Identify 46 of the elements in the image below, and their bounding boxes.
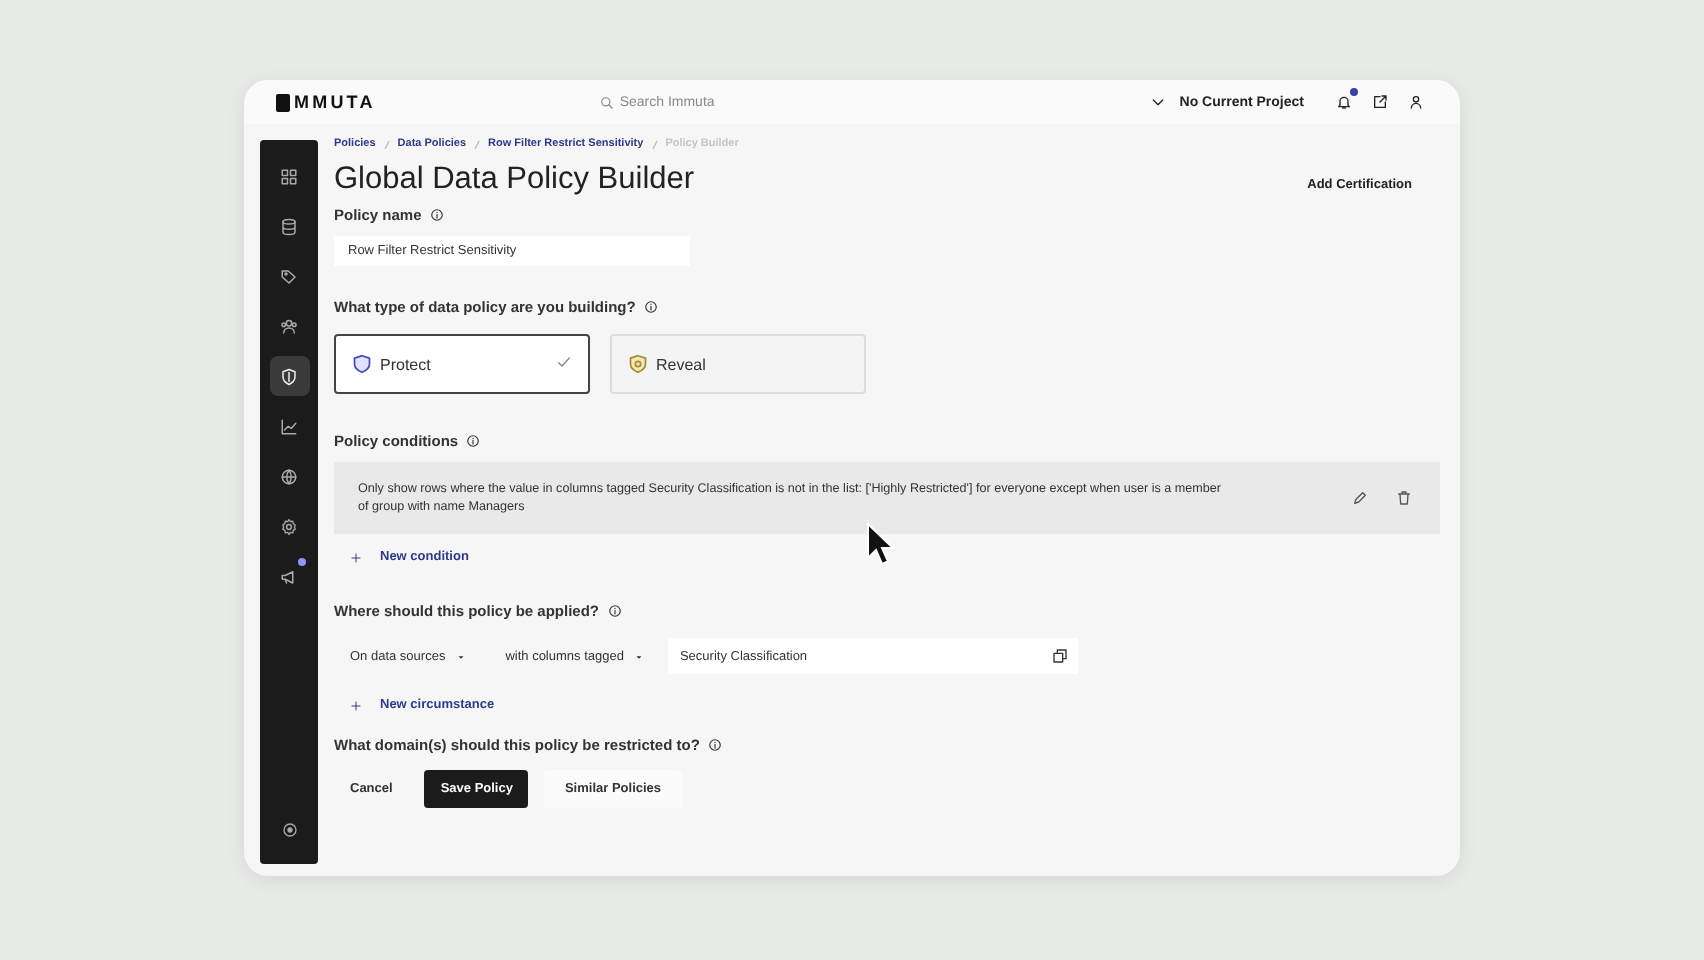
shield-icon (352, 354, 372, 374)
info-icon (643, 300, 658, 314)
breadcrumb-separator-icon (474, 139, 481, 149)
check-icon (556, 354, 572, 370)
logo-mark-icon (276, 93, 290, 111)
user-button[interactable] (1408, 94, 1424, 110)
trash-icon (1396, 490, 1412, 506)
plus-icon (350, 699, 362, 711)
user-icon (1408, 94, 1424, 110)
settings-icon (280, 517, 298, 535)
database-icon (280, 217, 298, 235)
megaphone-icon (280, 567, 298, 585)
grid-icon (280, 167, 298, 185)
caret-down-icon (455, 651, 466, 661)
info-icon (707, 738, 722, 752)
badge-icon (628, 354, 648, 374)
logo-text: MMUTA (294, 92, 376, 112)
globe-icon (280, 467, 298, 485)
plus-icon (350, 551, 362, 563)
unread-dot-icon (1350, 88, 1358, 96)
info-icon (429, 208, 444, 222)
info-icon (466, 434, 481, 448)
info-icon (607, 604, 622, 618)
circle-logo-icon (281, 822, 297, 838)
bell-icon (1336, 94, 1352, 110)
chevron-down-icon (1149, 94, 1166, 110)
shield-icon (280, 367, 298, 385)
edit-button[interactable] (1352, 490, 1368, 506)
copy-icon (1051, 648, 1068, 664)
external-link-icon (1372, 94, 1388, 110)
notifications-button[interactable] (1336, 94, 1352, 110)
policy-type-option[interactable]: Protect (334, 334, 590, 394)
pencil-icon (1352, 490, 1368, 506)
breadcrumb-separator-icon (651, 139, 658, 149)
mouse-cursor-icon (866, 522, 894, 566)
caret-down-icon (633, 651, 644, 661)
tags-icon (280, 267, 298, 285)
page-title: Global Data Policy Builder (334, 162, 695, 198)
sidebar-item[interactable] (269, 356, 309, 396)
delete-button[interactable] (1396, 490, 1412, 506)
search-icon (599, 95, 614, 109)
policy-type-option[interactable]: Reveal (610, 334, 866, 394)
breadcrumb-separator-icon (383, 139, 390, 149)
external-link-button[interactable] (1372, 94, 1388, 110)
users-icon (280, 317, 298, 335)
line-chart-icon (280, 417, 298, 435)
